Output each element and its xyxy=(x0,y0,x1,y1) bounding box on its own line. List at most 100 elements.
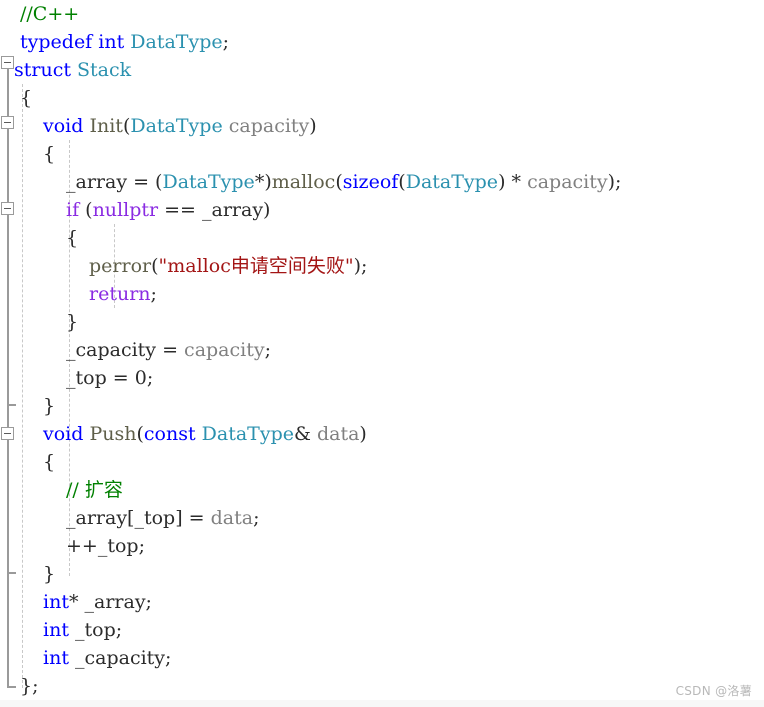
code-line[interactable]: // 扩容 xyxy=(66,476,123,504)
code-token: ) xyxy=(309,115,317,137)
code-token: int xyxy=(43,591,69,613)
code-line[interactable]: if (nullptr == _array) xyxy=(66,196,270,224)
code-token: { xyxy=(20,87,33,109)
code-token: nullptr xyxy=(92,199,159,221)
code-token: _array = ( xyxy=(66,171,163,193)
code-screenshot: //C++ typedef int DataType; struct Stack{v… xyxy=(0,0,764,707)
code-token: data xyxy=(316,423,360,445)
fold-spine xyxy=(7,68,9,688)
code-token: sizeof xyxy=(342,171,399,193)
fold-tick-push-end xyxy=(7,572,16,574)
code-token: *) xyxy=(254,171,272,193)
editor-bottom-strip xyxy=(0,700,764,707)
code-token: } xyxy=(43,563,56,585)
code-line[interactable]: } xyxy=(43,560,55,588)
code-token: }; xyxy=(20,675,39,697)
code-token: ) * xyxy=(498,171,528,193)
code-token: { xyxy=(43,143,56,165)
code-token: Init xyxy=(89,115,123,137)
code-line[interactable]: perror("malloc申请空间失败"); xyxy=(89,252,367,280)
code-token: DataType xyxy=(162,171,255,193)
code-line[interactable]: _array[_top] = data; xyxy=(66,504,259,532)
code-line[interactable]: } xyxy=(43,392,55,420)
fold-struct-stack[interactable] xyxy=(1,56,14,69)
code-line[interactable]: ++_top; xyxy=(66,532,145,560)
code-line[interactable]: { xyxy=(43,448,55,476)
code-token: _capacity; xyxy=(68,647,172,669)
code-token: _capacity = xyxy=(66,339,185,361)
code-token: ( xyxy=(335,171,343,193)
code-token: Stack xyxy=(77,59,132,81)
code-token: ( xyxy=(79,199,93,221)
code-line[interactable]: //C++ xyxy=(20,0,79,28)
code-token: DataType xyxy=(405,171,499,193)
code-token: { xyxy=(43,451,56,473)
code-token: capacity xyxy=(228,115,310,137)
fold-if-nullptr[interactable] xyxy=(1,202,14,215)
code-token: DataType xyxy=(201,423,294,445)
code-token: } xyxy=(66,311,79,333)
fold-init-method[interactable] xyxy=(1,116,14,129)
code-line[interactable]: { xyxy=(20,84,32,112)
fold-push-method[interactable] xyxy=(1,427,14,440)
code-token: const xyxy=(143,423,196,445)
code-token: _array[_top] = xyxy=(66,507,211,529)
code-line[interactable]: void Init(DataType capacity) xyxy=(43,112,317,140)
code-token: * _array; xyxy=(68,591,152,613)
code-token: struct xyxy=(14,59,71,81)
code-line[interactable]: } xyxy=(66,308,78,336)
code-line[interactable]: typedef int DataType; xyxy=(20,28,229,56)
code-token: typedef xyxy=(20,31,93,53)
code-line[interactable]: int _top; xyxy=(43,616,122,644)
code-token: _top = 0; xyxy=(66,367,154,389)
code-token: } xyxy=(43,395,56,417)
code-token: ( xyxy=(136,423,144,445)
code-token: DataType xyxy=(130,31,223,53)
code-line[interactable]: int _capacity; xyxy=(43,644,171,672)
code-line[interactable]: int* _array; xyxy=(43,588,152,616)
code-token: perror xyxy=(89,255,152,277)
code-token: capacity xyxy=(184,339,265,361)
code-token: ; xyxy=(253,507,260,529)
code-token: == _array) xyxy=(158,199,271,221)
code-token: //C++ xyxy=(20,3,80,25)
code-token: capacity xyxy=(527,171,608,193)
code-token: _top; xyxy=(68,619,123,641)
code-token: ; xyxy=(150,283,157,305)
code-editor-surface[interactable]: //C++ typedef int DataType; struct Stack{v… xyxy=(0,0,764,700)
fold-tick-struct-end xyxy=(7,686,16,688)
csdn-watermark: CSDN @洛薯 xyxy=(675,684,752,698)
code-line[interactable]: { xyxy=(66,224,78,252)
code-line[interactable]: _array = (DataType*)malloc(sizeof(DataTy… xyxy=(66,168,621,196)
code-token: ; xyxy=(222,31,230,53)
code-token: int xyxy=(43,647,69,669)
code-line[interactable]: _capacity = capacity; xyxy=(66,336,271,364)
code-token: ); xyxy=(607,171,622,193)
fold-tick-init-end xyxy=(7,404,16,406)
code-token: ( xyxy=(151,255,159,277)
code-token: ++_top; xyxy=(66,535,145,557)
code-line[interactable]: void Push(const DataType& data) xyxy=(43,420,367,448)
code-token: // 扩容 xyxy=(66,479,123,501)
code-token: data xyxy=(210,507,254,529)
code-token: & xyxy=(294,423,317,445)
code-line[interactable]: return; xyxy=(89,280,157,308)
code-token: Push xyxy=(89,423,137,445)
code-line[interactable]: _top = 0; xyxy=(66,364,153,392)
code-token: void xyxy=(43,423,84,445)
code-token: int xyxy=(43,619,69,641)
code-token: ( xyxy=(398,171,406,193)
indent-guide-1 xyxy=(22,84,24,688)
code-line[interactable]: struct Stack xyxy=(14,56,131,84)
code-line[interactable]: }; xyxy=(20,672,39,700)
code-token: if xyxy=(66,199,80,221)
code-token: ; xyxy=(264,339,271,361)
code-token: malloc xyxy=(271,171,336,193)
code-token: DataType xyxy=(130,115,223,137)
code-token: { xyxy=(66,227,79,249)
code-token: ) xyxy=(359,423,367,445)
code-token: ); xyxy=(353,255,368,277)
code-token: void xyxy=(43,115,84,137)
code-token: "malloc申请空间失败" xyxy=(158,255,354,277)
code-line[interactable]: { xyxy=(43,140,55,168)
